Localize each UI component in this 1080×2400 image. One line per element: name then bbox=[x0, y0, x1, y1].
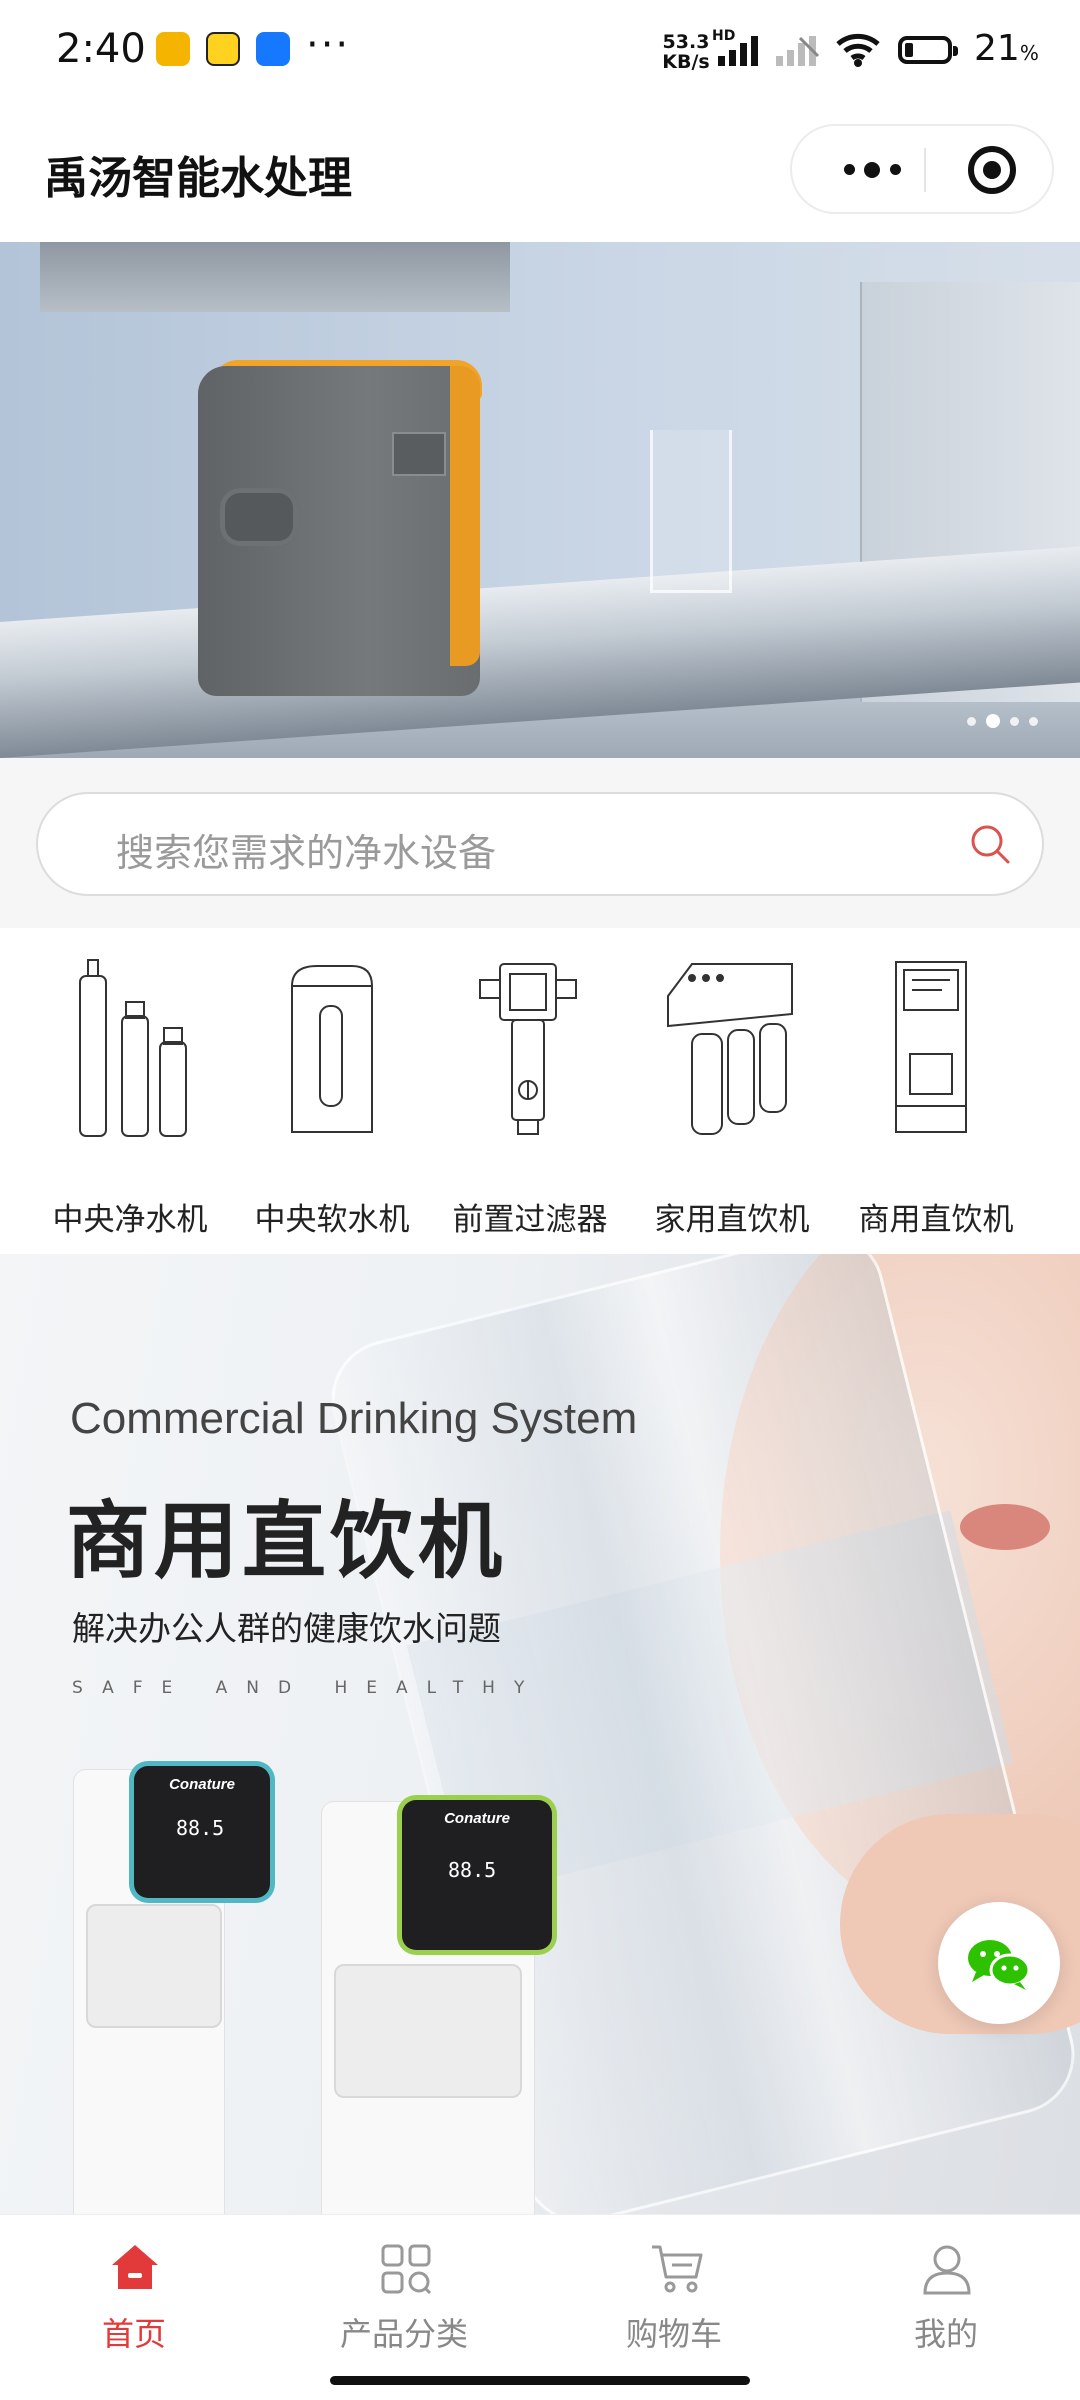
wechat-contact-button[interactable] bbox=[938, 1902, 1060, 2024]
promo-tagline: SAFE AND HEALTHY bbox=[72, 1678, 544, 1698]
wifi-icon bbox=[836, 33, 880, 67]
capsule-menu bbox=[790, 124, 1054, 214]
category-label: 商用直饮机 bbox=[858, 1202, 1014, 1238]
promo-title: 商用直饮机 bbox=[66, 1492, 507, 1590]
promo-person-lips bbox=[960, 1504, 1050, 1550]
status-bar: 2:40 ··· 53.3 KB/s HD 21% bbox=[0, 0, 1080, 100]
promo-subtitle: Commercial Drinking System bbox=[70, 1394, 638, 1443]
promo-description: 解决办公人群的健康饮水问题 bbox=[72, 1609, 501, 1648]
panel-brand: Conature bbox=[169, 1776, 235, 1793]
carousel-indicator[interactable] bbox=[967, 714, 1038, 728]
central-purifier-icon bbox=[79, 959, 187, 1137]
home-indicator[interactable] bbox=[330, 2376, 750, 2385]
tab-label: 购物车 bbox=[625, 2315, 722, 2353]
tab-label: 产品分类 bbox=[339, 2315, 468, 2353]
signal-empty-icon bbox=[776, 36, 820, 66]
carousel-dot[interactable] bbox=[1029, 716, 1038, 726]
cart-icon bbox=[652, 2245, 703, 2293]
panel-digits: 88.5 bbox=[176, 1816, 225, 1840]
category-item-home-drinking[interactable]: 家用直饮机 bbox=[632, 956, 832, 1246]
page-title: 禹汤智能水处理 bbox=[44, 153, 352, 204]
dispenser-outlet bbox=[86, 1904, 222, 2028]
search-placeholder: 搜索您需求的净水设备 bbox=[116, 831, 497, 875]
carousel-dot[interactable] bbox=[967, 716, 976, 726]
category-label: 家用直饮机 bbox=[654, 1202, 810, 1238]
category-item-central-purifier[interactable]: 中央净水机 bbox=[30, 956, 230, 1246]
category-item-commercial-drinking[interactable]: 商用直饮机 bbox=[836, 956, 1036, 1246]
category-label: 中央软水机 bbox=[254, 1202, 410, 1238]
more-notifications-icon: ··· bbox=[306, 22, 351, 68]
battery-percent: 21% bbox=[974, 28, 1039, 69]
panel-brand: Conature bbox=[444, 1810, 510, 1827]
home-drinking-machine-icon bbox=[667, 963, 793, 1135]
softener-handle bbox=[220, 488, 298, 546]
wechat-icon bbox=[968, 1940, 1031, 1990]
bottom-tab-bar: 首页 产品分类 购物车 我的 bbox=[0, 2214, 1080, 2357]
search-section: 搜索您需求的净水设备 bbox=[0, 758, 1080, 928]
dispenser-panel-teal: Conature 88.5 bbox=[134, 1766, 270, 1898]
tab-product-categories[interactable]: 产品分类 bbox=[304, 2229, 504, 2353]
panel-digits: 88.5 bbox=[448, 1858, 497, 1882]
category-item-water-softener[interactable]: 中央软水机 bbox=[232, 956, 432, 1246]
tab-me[interactable]: 我的 bbox=[846, 2229, 1046, 2353]
category-label: 中央净水机 bbox=[52, 1202, 208, 1238]
mini-program-header: 禹汤智能水处理 bbox=[0, 100, 1080, 242]
softener-accent bbox=[450, 366, 480, 666]
alipay-notification-icon bbox=[256, 32, 290, 66]
tab-label: 我的 bbox=[913, 2315, 978, 2353]
category-grid-icon bbox=[381, 2244, 432, 2295]
dispenser-panel-green: Conature 88.5 bbox=[402, 1800, 552, 1950]
category-label: 前置过滤器 bbox=[452, 1202, 608, 1238]
banner-cabinet bbox=[40, 242, 510, 312]
promo-banner-commercial[interactable]: Commercial Drinking System 商用直饮机 解决办公人群的… bbox=[0, 1254, 1080, 2214]
battery-icon bbox=[898, 36, 958, 64]
close-mini-program-button[interactable] bbox=[968, 146, 1016, 194]
more-button[interactable] bbox=[828, 150, 918, 190]
capsule-divider bbox=[924, 148, 926, 192]
tab-cart[interactable]: 购物车 bbox=[574, 2229, 774, 2353]
user-icon bbox=[923, 2245, 971, 2295]
category-grid: 中央净水机 中央软水机 前置过滤器 家用直饮机 商用直饮机 bbox=[0, 928, 1080, 1254]
water-softener-icon bbox=[291, 965, 373, 1133]
softener-display bbox=[392, 432, 446, 476]
dispenser-outlet bbox=[334, 1964, 522, 2098]
search-input[interactable]: 搜索您需求的净水设备 bbox=[36, 792, 1044, 896]
prefilter-icon bbox=[479, 963, 577, 1135]
search-icon[interactable] bbox=[968, 822, 1012, 866]
tab-label: 首页 bbox=[101, 2315, 166, 2353]
carousel-dot[interactable] bbox=[1010, 716, 1019, 726]
home-icon bbox=[112, 2245, 158, 2289]
notification-app-icon bbox=[206, 32, 240, 66]
banner-carousel[interactable] bbox=[0, 242, 1080, 758]
network-speed: 53.3 KB/s bbox=[662, 31, 710, 73]
banner-glass bbox=[650, 430, 732, 593]
notification-app-icon bbox=[156, 32, 190, 66]
tab-home[interactable]: 首页 bbox=[34, 2229, 234, 2353]
commercial-drinking-machine-icon bbox=[895, 961, 967, 1133]
status-time: 2:40 bbox=[56, 26, 146, 72]
carousel-dot[interactable] bbox=[986, 714, 1000, 728]
category-item-prefilter[interactable]: 前置过滤器 bbox=[430, 956, 630, 1246]
signal-icon bbox=[718, 36, 758, 66]
